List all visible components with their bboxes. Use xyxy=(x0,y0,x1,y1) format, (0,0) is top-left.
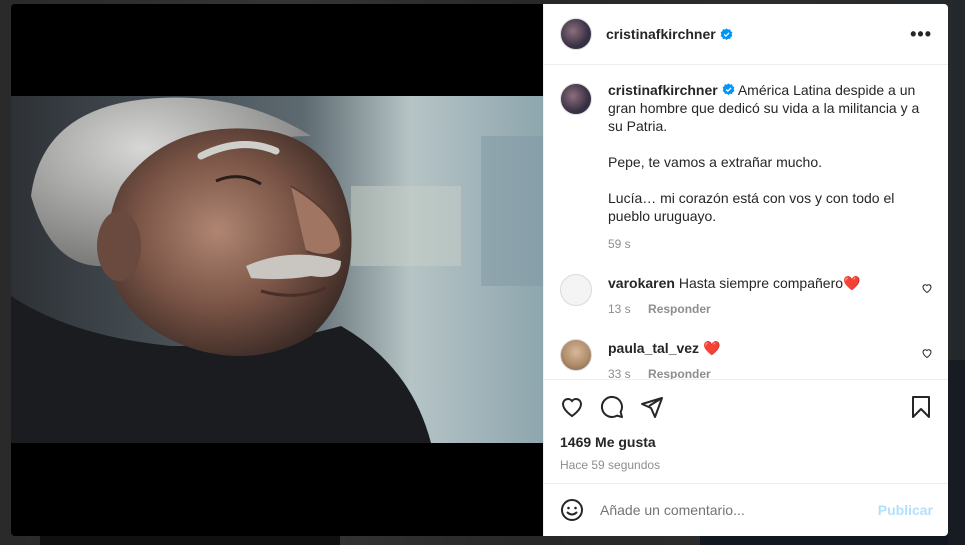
comment-input[interactable] xyxy=(600,502,870,518)
comment-text: Hasta siempre compañero xyxy=(678,275,844,291)
caption-paragraph: Pepe, te vamos a extrañar mucho. xyxy=(608,154,822,170)
comment-like-icon[interactable] xyxy=(921,347,933,359)
send-icon[interactable] xyxy=(640,395,664,419)
caption-body: cristinafkirchner América Latina despide… xyxy=(608,81,928,253)
caption-paragraph: cristinafkirchner América Latina despide… xyxy=(608,81,928,135)
caption-paragraph: Lucía… mi corazón está con vos y con tod… xyxy=(608,190,895,224)
heart-emoji: ❤️ xyxy=(702,340,721,356)
comment-icon[interactable] xyxy=(600,395,624,419)
emoji-icon[interactable] xyxy=(560,498,584,522)
portrait-illustration xyxy=(11,96,543,443)
commenter-avatar[interactable] xyxy=(560,339,592,371)
likes-count[interactable]: 1469 Me gusta xyxy=(560,434,933,450)
comment-like-icon[interactable] xyxy=(921,282,933,294)
bookmark-icon[interactable] xyxy=(909,395,933,419)
comment-body: varokaren Hasta siempre compañero❤️ 13 s… xyxy=(608,274,860,318)
verified-badge-icon xyxy=(720,27,733,40)
commenter-username[interactable]: paula_tal_vez xyxy=(608,340,699,356)
verified-badge-icon xyxy=(722,83,735,96)
comments-section[interactable]: cristinafkirchner América Latina despide… xyxy=(544,65,948,379)
commenter-avatar[interactable] xyxy=(560,274,592,306)
post-photo xyxy=(11,96,543,443)
comment-meta: 33 s Responder xyxy=(608,365,725,379)
post-panel: cristinafkirchner ••• cristinafkirchner … xyxy=(543,4,948,536)
caption-author-avatar[interactable] xyxy=(560,83,592,115)
post-timestamp: Hace 59 segundos xyxy=(560,458,661,472)
comment-meta: 13 s Responder xyxy=(608,300,860,318)
post-modal: cristinafkirchner ••• cristinafkirchner … xyxy=(11,4,948,536)
post-media[interactable] xyxy=(11,4,543,536)
author-username[interactable]: cristinafkirchner xyxy=(606,26,716,42)
caption-timestamp: 59 s xyxy=(608,237,631,251)
comment-composer: Publicar xyxy=(544,483,948,536)
action-bar xyxy=(560,394,933,420)
commenter-username[interactable]: varokaren xyxy=(608,275,675,291)
comment-timestamp: 13 s xyxy=(608,302,631,316)
more-options-icon[interactable]: ••• xyxy=(910,24,932,45)
reply-button[interactable]: Responder xyxy=(648,367,711,379)
caption-author-username[interactable]: cristinafkirchner xyxy=(608,82,718,98)
publish-button[interactable]: Publicar xyxy=(878,502,933,518)
post-caption: cristinafkirchner América Latina despide… xyxy=(560,81,933,253)
heart-emoji: ❤️ xyxy=(843,275,861,291)
comment-item: paula_tal_vez ❤️ 33 s Responder xyxy=(560,339,933,379)
comment-timestamp: 33 s xyxy=(608,367,631,379)
comment-body: paula_tal_vez ❤️ 33 s Responder xyxy=(608,339,725,379)
author-avatar[interactable] xyxy=(560,18,592,50)
reply-button[interactable]: Responder xyxy=(648,302,711,316)
heart-icon[interactable] xyxy=(560,395,584,419)
post-actions: 1469 Me gusta Hace 59 segundos xyxy=(544,379,948,472)
comment-item: varokaren Hasta siempre compañero❤️ 13 s… xyxy=(560,274,933,318)
post-header: cristinafkirchner ••• xyxy=(544,4,948,65)
